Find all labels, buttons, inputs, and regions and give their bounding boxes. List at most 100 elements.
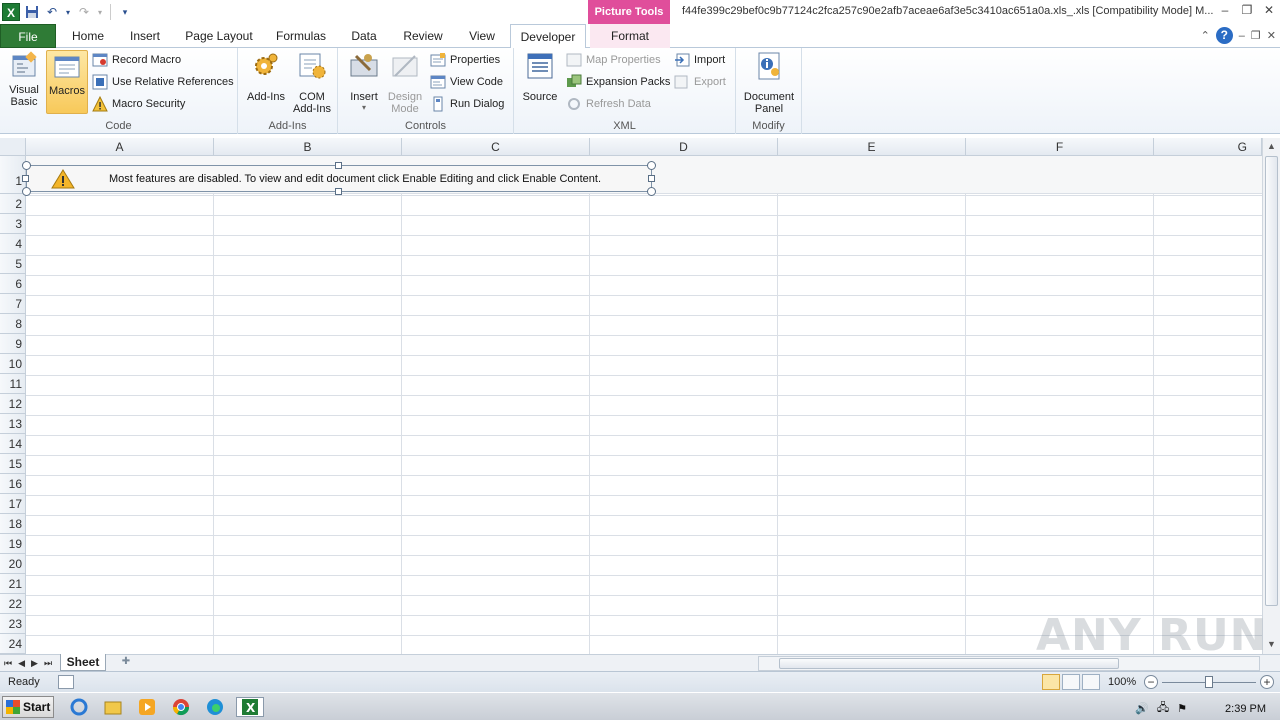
- tab-insert[interactable]: Insert: [122, 24, 168, 48]
- row-header[interactable]: 12: [0, 394, 26, 414]
- tab-view[interactable]: View: [462, 24, 502, 48]
- minimize-ribbon-icon[interactable]: ⌃: [1201, 29, 1210, 42]
- scroll-up-icon[interactable]: ▲: [1263, 138, 1280, 154]
- row-header[interactable]: 14: [0, 434, 26, 454]
- customize-toolbar-icon[interactable]: ▾: [117, 4, 133, 20]
- redo-icon[interactable]: ↷: [76, 4, 92, 20]
- use-relative-references-button[interactable]: Use Relative References: [92, 72, 234, 92]
- page-layout-view-icon[interactable]: [1062, 674, 1080, 690]
- properties-button[interactable]: Properties: [430, 50, 500, 70]
- tab-format[interactable]: Format: [590, 24, 670, 48]
- refresh-data-button[interactable]: Refresh Data: [566, 94, 651, 114]
- restore-icon[interactable]: ❐: [1236, 0, 1258, 22]
- action-center-flag-icon[interactable]: ⚑: [1177, 702, 1187, 715]
- row-header[interactable]: 9: [0, 334, 26, 354]
- minimize-icon[interactable]: –: [1214, 0, 1236, 22]
- internet-explorer-icon[interactable]: [68, 697, 90, 717]
- next-sheet-icon[interactable]: ▶: [31, 658, 38, 669]
- resize-handle-right[interactable]: [648, 175, 655, 182]
- column-header-a[interactable]: A: [26, 138, 214, 156]
- undo-dropdown-icon[interactable]: ▾: [64, 4, 72, 20]
- resize-handle-left[interactable]: [22, 175, 29, 182]
- row-header[interactable]: 10: [0, 354, 26, 374]
- view-code-button[interactable]: View Code: [430, 72, 503, 92]
- tab-file[interactable]: File: [0, 24, 56, 48]
- row-header[interactable]: 24: [0, 634, 26, 654]
- resize-handle-top-right[interactable]: [647, 161, 656, 170]
- resize-handle-bottom[interactable]: [335, 188, 342, 195]
- resize-handle-bottom-left[interactable]: [22, 187, 31, 196]
- tab-home[interactable]: Home: [66, 24, 110, 48]
- worksheet-grid[interactable]: A B C D E F G 1 2 3 4 5 6 7 8 9 10 11 12…: [0, 138, 1280, 654]
- volume-icon[interactable]: 🔊: [1135, 702, 1149, 715]
- tab-page-layout[interactable]: Page Layout: [180, 24, 258, 48]
- row-header[interactable]: 11: [0, 374, 26, 394]
- row-header[interactable]: 17: [0, 494, 26, 514]
- chrome-icon[interactable]: [170, 697, 192, 717]
- row-header[interactable]: 15: [0, 454, 26, 474]
- row-header[interactable]: 8: [0, 314, 26, 334]
- row-header[interactable]: 16: [0, 474, 26, 494]
- prev-sheet-icon[interactable]: ◀: [18, 658, 25, 669]
- tab-data[interactable]: Data: [344, 24, 384, 48]
- visual-basic-button[interactable]: Visual Basic: [4, 50, 44, 108]
- expansion-packs-button[interactable]: Expansion Packs: [566, 72, 670, 92]
- row-header[interactable]: 23: [0, 614, 26, 634]
- sheet-tab[interactable]: Sheet: [60, 654, 106, 671]
- excel-taskbar-icon[interactable]: X: [236, 697, 264, 717]
- import-button[interactable]: Import: [674, 50, 725, 70]
- column-header-f[interactable]: F: [966, 138, 1154, 156]
- select-all-corner[interactable]: [0, 138, 26, 156]
- network-icon[interactable]: 🖧: [1157, 699, 1169, 718]
- row-header[interactable]: 5: [0, 254, 26, 274]
- column-header-g[interactable]: G: [1154, 138, 1262, 156]
- cell-area[interactable]: [26, 156, 1262, 654]
- tab-review[interactable]: Review: [396, 24, 450, 48]
- redo-dropdown-icon[interactable]: ▾: [96, 4, 104, 20]
- column-header-c[interactable]: C: [402, 138, 590, 156]
- column-header-d[interactable]: D: [590, 138, 778, 156]
- help-icon[interactable]: ?: [1215, 27, 1233, 44]
- zoom-out-icon[interactable]: −: [1144, 675, 1158, 689]
- resize-handle-top[interactable]: [335, 162, 342, 169]
- zoom-slider-thumb[interactable]: [1205, 676, 1213, 688]
- map-properties-button[interactable]: Map Properties: [566, 50, 661, 70]
- tab-developer[interactable]: Developer: [510, 24, 586, 49]
- com-add-ins-button[interactable]: COM Add-Ins: [290, 50, 334, 115]
- macro-recording-icon[interactable]: [58, 675, 74, 689]
- row-header[interactable]: 4: [0, 234, 26, 254]
- zoom-in-icon[interactable]: +: [1260, 675, 1274, 689]
- media-player-icon[interactable]: [136, 697, 158, 717]
- vertical-scroll-thumb[interactable]: [1265, 156, 1278, 606]
- clock[interactable]: 2:39 PM: [1225, 703, 1266, 715]
- workbook-close-icon[interactable]: ✕: [1267, 29, 1276, 42]
- row-header[interactable]: 18: [0, 514, 26, 534]
- save-icon[interactable]: [24, 4, 40, 20]
- row-header[interactable]: 22: [0, 594, 26, 614]
- design-mode-button[interactable]: Design Mode: [386, 50, 424, 115]
- run-dialog-button[interactable]: Run Dialog: [430, 94, 504, 114]
- source-button[interactable]: Source: [520, 50, 560, 103]
- close-icon[interactable]: ✕: [1258, 0, 1280, 22]
- row-header[interactable]: 13: [0, 414, 26, 434]
- add-ins-button[interactable]: Add-Ins: [244, 50, 288, 103]
- tab-formulas[interactable]: Formulas: [270, 24, 332, 48]
- record-macro-button[interactable]: Record Macro: [92, 50, 181, 70]
- column-header-b[interactable]: B: [214, 138, 402, 156]
- resize-handle-top-left[interactable]: [22, 161, 31, 170]
- undo-icon[interactable]: ↶: [44, 4, 60, 20]
- row-header[interactable]: 7: [0, 294, 26, 314]
- first-sheet-icon[interactable]: ⏮: [4, 658, 12, 669]
- page-break-view-icon[interactable]: [1082, 674, 1100, 690]
- row-header[interactable]: 6: [0, 274, 26, 294]
- macros-button[interactable]: Macros: [46, 50, 88, 114]
- row-header[interactable]: 3: [0, 214, 26, 234]
- insert-sheet-icon[interactable]: ✚: [114, 656, 138, 670]
- macro-security-button[interactable]: Macro Security: [92, 94, 185, 114]
- start-button[interactable]: Start: [2, 696, 54, 718]
- row-header[interactable]: 19: [0, 534, 26, 554]
- column-header-e[interactable]: E: [778, 138, 966, 156]
- row-header[interactable]: 2: [0, 194, 26, 214]
- normal-view-icon[interactable]: [1042, 674, 1060, 690]
- row-header[interactable]: 21: [0, 574, 26, 594]
